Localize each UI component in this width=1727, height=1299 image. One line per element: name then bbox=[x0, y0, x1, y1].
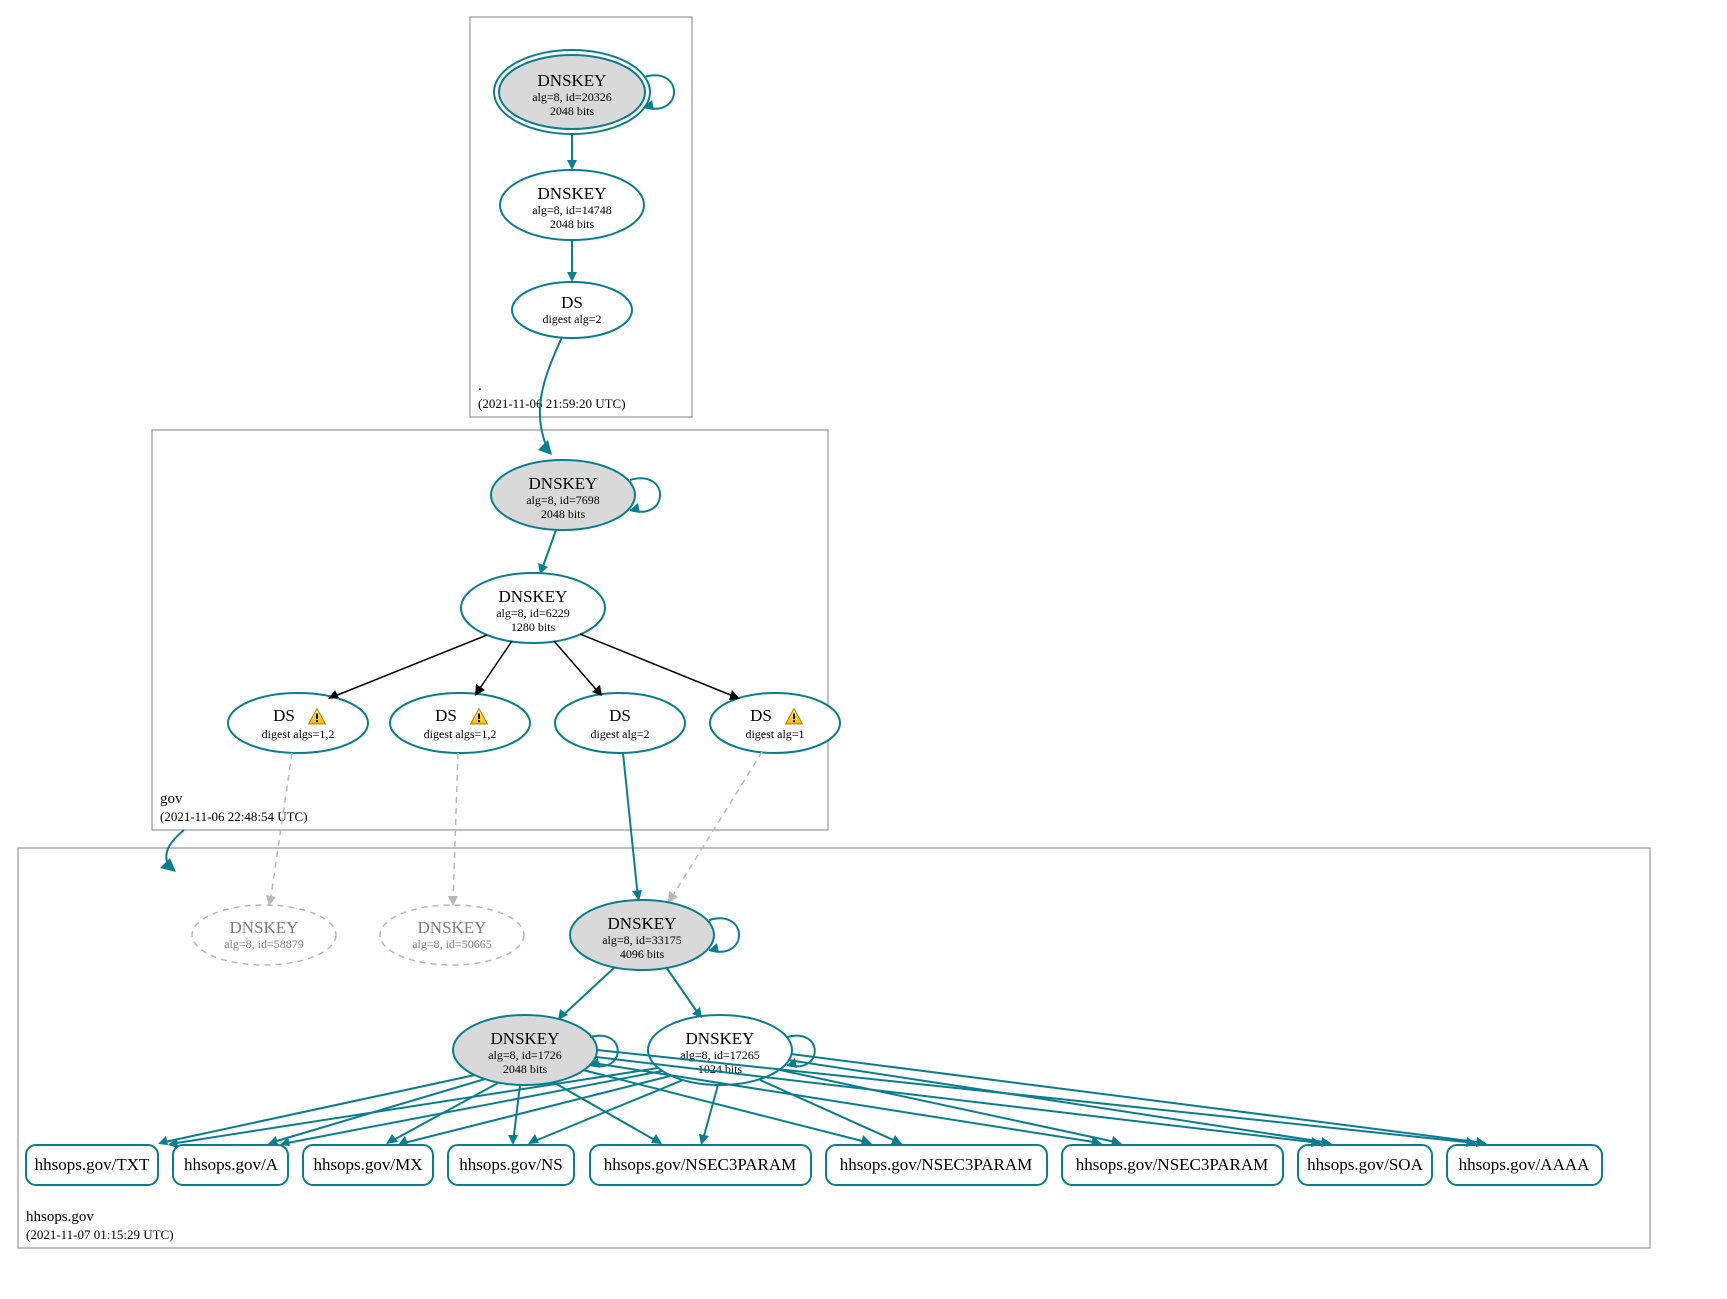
svg-text:4096 bits: 4096 bits bbox=[620, 947, 665, 961]
svg-text:hhsops.gov/NSEC3PARAM: hhsops.gov/NSEC3PARAM bbox=[1076, 1155, 1269, 1174]
svg-text:DNSKEY: DNSKEY bbox=[499, 587, 568, 606]
node-hhsops-dnskey-58879[interactable]: DNSKEY alg=8, id=58879 bbox=[192, 905, 336, 965]
rrset-nsec3param-1[interactable]: hhsops.gov/NSEC3PARAM bbox=[590, 1145, 811, 1185]
svg-text:2048 bits: 2048 bits bbox=[550, 217, 595, 231]
svg-text:alg=8, id=50665: alg=8, id=50665 bbox=[412, 937, 492, 951]
node-gov-ds2[interactable]: DS digest algs=1,2 bbox=[390, 693, 530, 753]
rrset-soa[interactable]: hhsops.gov/SOA bbox=[1298, 1145, 1432, 1185]
svg-text:digest algs=1,2: digest algs=1,2 bbox=[262, 727, 335, 741]
zone-root-date: (2021-11-06 21:59:20 UTC) bbox=[478, 396, 626, 411]
svg-text:2048 bits: 2048 bits bbox=[550, 104, 595, 118]
zone-gov-label: gov bbox=[160, 791, 183, 807]
svg-text:digest alg=2: digest alg=2 bbox=[590, 727, 649, 741]
svg-text:digest alg=1: digest alg=1 bbox=[745, 727, 804, 741]
node-root-zsk[interactable]: DNSKEY alg=8, id=14748 2048 bits bbox=[500, 170, 644, 240]
svg-text:hhsops.gov/AAAA: hhsops.gov/AAAA bbox=[1459, 1155, 1591, 1174]
zone-gov-date: (2021-11-06 22:48:54 UTC) bbox=[160, 809, 308, 824]
rrset-a[interactable]: hhsops.gov/A bbox=[173, 1145, 288, 1185]
node-gov-ksk[interactable]: DNSKEY alg=8, id=7698 2048 bits bbox=[491, 460, 635, 530]
svg-text:DNSKEY: DNSKEY bbox=[418, 918, 487, 937]
svg-text:digest alg=2: digest alg=2 bbox=[542, 312, 601, 326]
node-gov-ds1[interactable]: DS digest algs=1,2 bbox=[228, 693, 368, 753]
rrset-mx[interactable]: hhsops.gov/MX bbox=[303, 1145, 433, 1185]
rrset-ns[interactable]: hhsops.gov/NS bbox=[448, 1145, 574, 1185]
svg-text:alg=8, id=14748: alg=8, id=14748 bbox=[532, 203, 612, 217]
svg-text:alg=8, id=58879: alg=8, id=58879 bbox=[224, 937, 304, 951]
svg-text:DNSKEY: DNSKEY bbox=[608, 914, 677, 933]
svg-text:DS: DS bbox=[435, 706, 457, 725]
node-gov-zsk[interactable]: DNSKEY alg=8, id=6229 1280 bits bbox=[461, 573, 605, 643]
node-root-ksk[interactable]: DNSKEY alg=8, id=20326 2048 bits bbox=[494, 50, 650, 134]
node-hhsops-ksk[interactable]: DNSKEY alg=8, id=33175 4096 bits bbox=[570, 900, 714, 970]
svg-text:alg=8, id=33175: alg=8, id=33175 bbox=[602, 933, 682, 947]
svg-text:DNSKEY: DNSKEY bbox=[686, 1029, 755, 1048]
svg-text:DS: DS bbox=[561, 293, 583, 312]
svg-text:hhsops.gov/MX: hhsops.gov/MX bbox=[313, 1155, 422, 1174]
svg-text:hhsops.gov/NS: hhsops.gov/NS bbox=[459, 1155, 562, 1174]
svg-text:alg=8, id=1726: alg=8, id=1726 bbox=[488, 1048, 562, 1062]
svg-text:DNSKEY: DNSKEY bbox=[529, 474, 598, 493]
svg-text:hhsops.gov/A: hhsops.gov/A bbox=[184, 1155, 279, 1174]
zone-hhsops-date: (2021-11-07 01:15:29 UTC) bbox=[26, 1227, 174, 1242]
rrset-aaaa[interactable]: hhsops.gov/AAAA bbox=[1447, 1145, 1602, 1185]
svg-text:DS: DS bbox=[609, 706, 631, 725]
svg-text:DNSKEY: DNSKEY bbox=[538, 71, 607, 90]
svg-text:DNSKEY: DNSKEY bbox=[230, 918, 299, 937]
svg-text:DS: DS bbox=[750, 706, 772, 725]
svg-text:hhsops.gov/SOA: hhsops.gov/SOA bbox=[1307, 1155, 1423, 1174]
svg-text:DNSKEY: DNSKEY bbox=[491, 1029, 560, 1048]
svg-text:DNSKEY: DNSKEY bbox=[538, 184, 607, 203]
svg-text:2048 bits: 2048 bits bbox=[541, 507, 586, 521]
svg-text:1280 bits: 1280 bits bbox=[511, 620, 556, 634]
zone-root-label: . bbox=[478, 378, 482, 394]
svg-text:digest algs=1,2: digest algs=1,2 bbox=[424, 727, 497, 741]
rrset-txt[interactable]: hhsops.gov/TXT bbox=[26, 1145, 158, 1185]
svg-text:hhsops.gov/NSEC3PARAM: hhsops.gov/NSEC3PARAM bbox=[840, 1155, 1033, 1174]
svg-text:hhsops.gov/TXT: hhsops.gov/TXT bbox=[35, 1155, 150, 1174]
node-hhsops-dnskey-50665[interactable]: DNSKEY alg=8, id=50665 bbox=[380, 905, 524, 965]
svg-text:hhsops.gov/NSEC3PARAM: hhsops.gov/NSEC3PARAM bbox=[604, 1155, 797, 1174]
rrset-nsec3param-3[interactable]: hhsops.gov/NSEC3PARAM bbox=[1062, 1145, 1283, 1185]
svg-text:2048 bits: 2048 bits bbox=[503, 1062, 548, 1076]
dnssec-graph: . (2021-11-06 21:59:20 UTC) gov (2021-11… bbox=[0, 0, 1727, 1299]
node-root-ds[interactable]: DS digest alg=2 bbox=[512, 282, 632, 338]
svg-text:alg=8, id=7698: alg=8, id=7698 bbox=[526, 493, 600, 507]
zone-hhsops-label: hhsops.gov bbox=[26, 1209, 94, 1225]
rrset-nsec3param-2[interactable]: hhsops.gov/NSEC3PARAM bbox=[826, 1145, 1047, 1185]
svg-text:alg=8, id=6229: alg=8, id=6229 bbox=[496, 606, 570, 620]
svg-text:alg=8, id=20326: alg=8, id=20326 bbox=[532, 90, 612, 104]
svg-text:DS: DS bbox=[273, 706, 295, 725]
node-gov-ds4[interactable]: DS digest alg=1 bbox=[710, 693, 840, 753]
node-gov-ds3[interactable]: DS digest alg=2 bbox=[555, 693, 685, 753]
